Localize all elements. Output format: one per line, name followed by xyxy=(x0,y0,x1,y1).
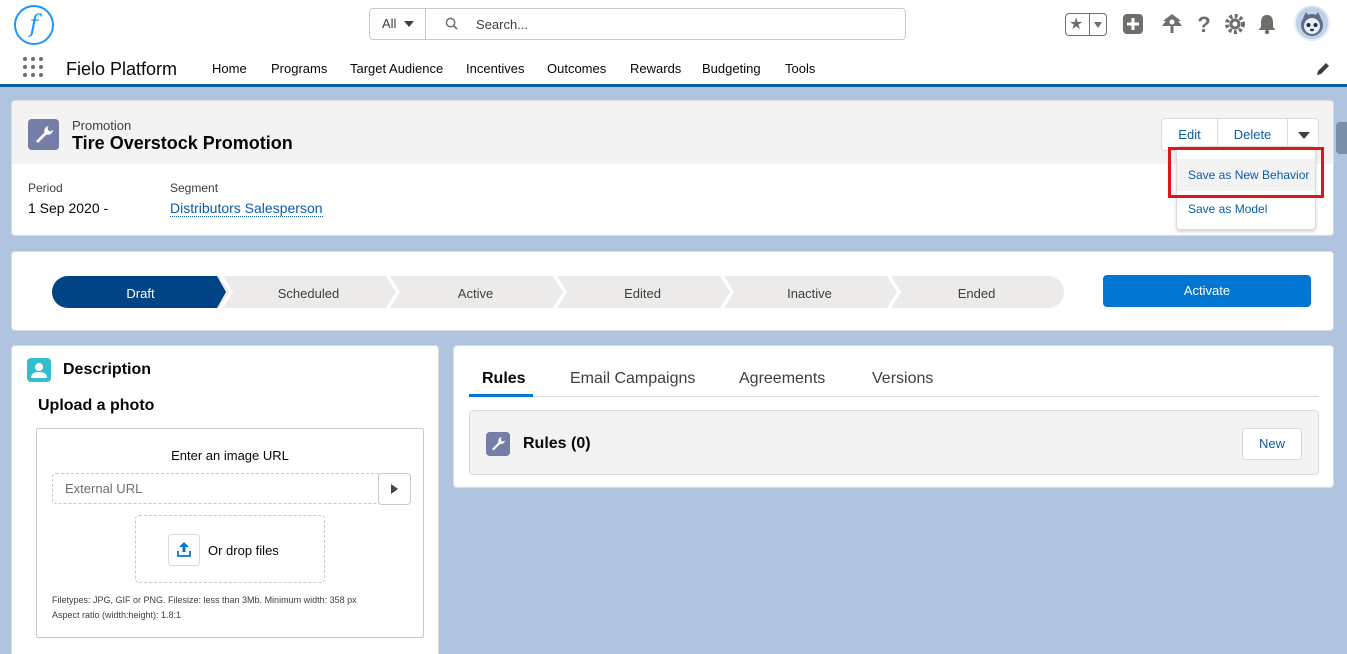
activate-button[interactable]: Activate xyxy=(1103,275,1311,307)
path-stage-edited[interactable]: Edited xyxy=(565,286,720,301)
record-header-top: Promotion Tire Overstock Promotion Edit … xyxy=(12,101,1333,164)
path-stage-draft[interactable]: Draft xyxy=(63,286,218,301)
external-url-input[interactable] xyxy=(52,473,380,504)
nav-item-programs[interactable]: Programs xyxy=(271,61,327,76)
search-icon xyxy=(445,17,458,30)
path-stage-inactive[interactable]: Inactive xyxy=(732,286,887,301)
waffle-icon[interactable] xyxy=(23,57,45,79)
app-navigation-bar: Fielo Platform Home Programs Target Audi… xyxy=(0,50,1347,87)
nav-item-outcomes[interactable]: Outcomes xyxy=(547,61,606,76)
plus-icon[interactable] xyxy=(1121,12,1145,36)
search-scope-label: All xyxy=(382,16,397,31)
contact-icon xyxy=(27,358,51,382)
trailhead-icon[interactable] xyxy=(1160,12,1184,36)
status-path: Draft Scheduled Active Edited Inactive E… xyxy=(11,251,1334,331)
help-icon[interactable]: ? xyxy=(1192,12,1216,36)
app-logo[interactable]: f xyxy=(14,5,54,45)
path-stage-scheduled[interactable]: Scheduled xyxy=(231,286,386,301)
chevron-down-icon xyxy=(404,21,414,27)
drop-files-label: Or drop files xyxy=(208,543,279,558)
search-scope-select[interactable]: All xyxy=(370,9,426,39)
drop-zone[interactable]: Or drop files xyxy=(135,515,325,583)
global-header: f All ★ ? xyxy=(0,0,1347,50)
record-object-type: Promotion xyxy=(72,118,132,133)
gear-icon[interactable] xyxy=(1223,12,1247,36)
active-tab-indicator xyxy=(469,394,533,397)
play-icon xyxy=(391,484,398,494)
pencil-icon[interactable] xyxy=(1315,61,1331,77)
wrench-icon xyxy=(486,432,510,456)
upload-help-filetypes: Filetypes: JPG, GIF or PNG. Filesize: le… xyxy=(52,595,357,605)
rules-title: Rules (0) xyxy=(523,435,591,452)
favorites-button[interactable]: ★ xyxy=(1065,13,1107,36)
rules-related-list: Rules (0) New xyxy=(469,410,1319,475)
wrench-icon xyxy=(28,119,59,150)
segment-link[interactable]: Distributors Salesperson xyxy=(170,200,323,217)
tab-agreements[interactable]: Agreements xyxy=(739,370,825,388)
related-tabs-card: Rules Email Campaigns Agreements Version… xyxy=(453,345,1334,488)
tab-rules[interactable]: Rules xyxy=(482,370,526,388)
upload-icon xyxy=(177,542,191,557)
bell-icon[interactable] xyxy=(1255,12,1279,36)
description-card: Description Upload a photo Enter an imag… xyxy=(11,345,439,654)
nav-item-incentives[interactable]: Incentives xyxy=(466,61,525,76)
nav-item-home[interactable]: Home xyxy=(212,61,247,76)
path-stage-ended[interactable]: Ended xyxy=(899,286,1054,301)
global-search: All xyxy=(369,8,906,40)
nav-item-target-audience[interactable]: Target Audience xyxy=(350,61,443,76)
record-header: Promotion Tire Overstock Promotion Edit … xyxy=(11,100,1334,236)
segment-label: Segment xyxy=(170,181,219,195)
favorites-divider xyxy=(1089,14,1090,35)
image-url-label: Enter an image URL xyxy=(171,448,289,463)
app-name: Fielo Platform xyxy=(66,59,178,79)
highlight-annotation xyxy=(1168,147,1324,198)
nav-item-tools[interactable]: Tools xyxy=(785,61,815,76)
chevron-down-icon[interactable] xyxy=(1094,22,1102,28)
description-title: Description xyxy=(63,361,152,378)
period-label: Period xyxy=(28,181,63,195)
side-panel-toggle[interactable] xyxy=(1336,122,1347,154)
upload-help-ratio: Aspect ratio (width:height): 1.8:1 xyxy=(52,610,182,620)
period-value: 1 Sep 2020 - xyxy=(28,200,109,216)
record-title: Tire Overstock Promotion xyxy=(72,133,293,153)
star-icon: ★ xyxy=(1069,16,1084,33)
nav-item-budgeting[interactable]: Budgeting xyxy=(702,61,761,76)
avatar-image xyxy=(1296,7,1328,39)
submit-url-button[interactable] xyxy=(378,473,411,505)
path-stage-active[interactable]: Active xyxy=(398,286,553,301)
chevron-down-icon xyxy=(1298,132,1310,139)
tab-bar: Rules Email Campaigns Agreements Version… xyxy=(469,360,1319,397)
search-input[interactable] xyxy=(476,10,896,38)
photo-upload: Enter an image URL Or drop files Filetyp… xyxy=(36,428,424,638)
new-rule-button[interactable]: New xyxy=(1242,428,1302,460)
tab-versions[interactable]: Versions xyxy=(872,370,933,388)
svg-text:?: ? xyxy=(1197,12,1210,36)
upload-title: Upload a photo xyxy=(38,397,155,414)
upload-button[interactable] xyxy=(168,534,200,566)
tab-email-campaigns[interactable]: Email Campaigns xyxy=(570,370,695,388)
nav-item-rewards[interactable]: Rewards xyxy=(630,61,681,76)
avatar[interactable] xyxy=(1294,5,1330,41)
